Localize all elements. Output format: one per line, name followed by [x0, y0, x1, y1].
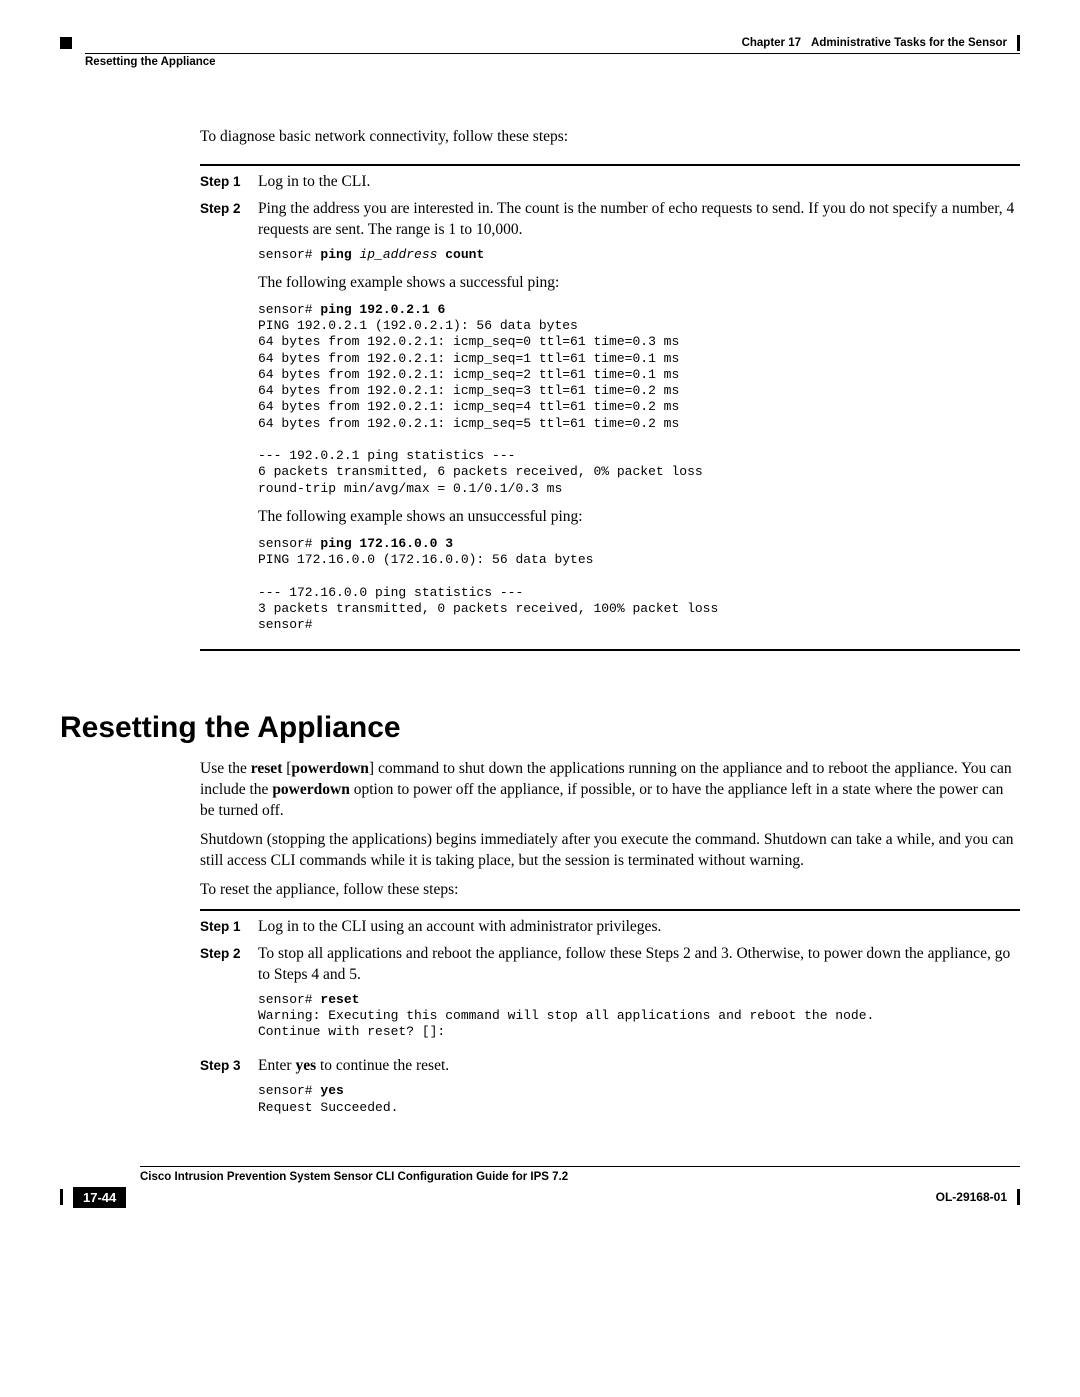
step-body: Enter yes to continue the reset. sensor#… — [258, 1056, 1020, 1125]
paragraph: To reset the appliance, follow these ste… — [200, 880, 1020, 901]
step-label: Step 1 — [200, 172, 258, 189]
page-header: Chapter 17 Administrative Tasks for the … — [60, 35, 1020, 51]
step-label: Step 1 — [200, 917, 258, 934]
page-number-badge: 17-44 — [73, 1187, 126, 1208]
chapter-title: Administrative Tasks for the Sensor — [811, 37, 1007, 49]
step-label: Step 2 — [200, 199, 258, 216]
code-block: sensor# ping 172.16.0.0 3 PING 172.16.0.… — [258, 536, 1020, 634]
intro-paragraph: To diagnose basic network connectivity, … — [200, 128, 1020, 146]
step-body: Log in to the CLI using an account with … — [258, 917, 1020, 938]
vbar-icon — [1017, 35, 1020, 51]
square-icon — [60, 37, 72, 49]
paragraph: Use the reset [powerdown] command to shu… — [200, 759, 1020, 822]
step-row: Step 2 To stop all applications and rebo… — [200, 944, 1020, 1051]
code-block: sensor# ping ip_address count — [258, 247, 1020, 263]
vbar-icon — [1017, 1189, 1020, 1205]
step-row: Step 3 Enter yes to continue the reset. … — [200, 1056, 1020, 1125]
header-left-marker — [60, 37, 72, 49]
step-row: Step 1 Log in to the CLI. — [200, 172, 1020, 193]
header-rule — [85, 53, 1020, 54]
footer-rule — [140, 1166, 1020, 1167]
step-body: Ping the address you are interested in. … — [258, 199, 1020, 643]
step-label: Step 2 — [200, 944, 258, 961]
doc-id: OL-29168-01 — [936, 1190, 1007, 1204]
code-block: sensor# reset Warning: Executing this co… — [258, 992, 1020, 1041]
steps-rule — [200, 649, 1020, 651]
paragraph: Shutdown (stopping the applications) beg… — [200, 830, 1020, 872]
code-block: sensor# ping 192.0.2.1 6 PING 192.0.2.1 … — [258, 302, 1020, 497]
vbar-icon — [60, 1189, 63, 1205]
code-block: sensor# yes Request Succeeded. — [258, 1083, 1020, 1116]
step-body: Log in to the CLI. — [258, 172, 1020, 193]
page-footer: 17-44 OL-29168-01 — [60, 1187, 1020, 1208]
step-label: Step 3 — [200, 1056, 258, 1073]
footer-guide-title: Cisco Intrusion Prevention System Sensor… — [140, 1171, 1020, 1183]
section-heading: Resetting the Appliance — [60, 711, 1020, 745]
steps-rule — [200, 164, 1020, 166]
chapter-number: Chapter 17 — [742, 37, 801, 49]
paragraph: The following example shows a successful… — [258, 273, 1020, 294]
step-body: To stop all applications and reboot the … — [258, 944, 1020, 1051]
step-row: Step 2 Ping the address you are interest… — [200, 199, 1020, 643]
paragraph: The following example shows an unsuccess… — [258, 507, 1020, 528]
steps-rule — [200, 909, 1020, 911]
step-row: Step 1 Log in to the CLI using an accoun… — [200, 917, 1020, 938]
section-breadcrumb: Resetting the Appliance — [85, 56, 1020, 68]
